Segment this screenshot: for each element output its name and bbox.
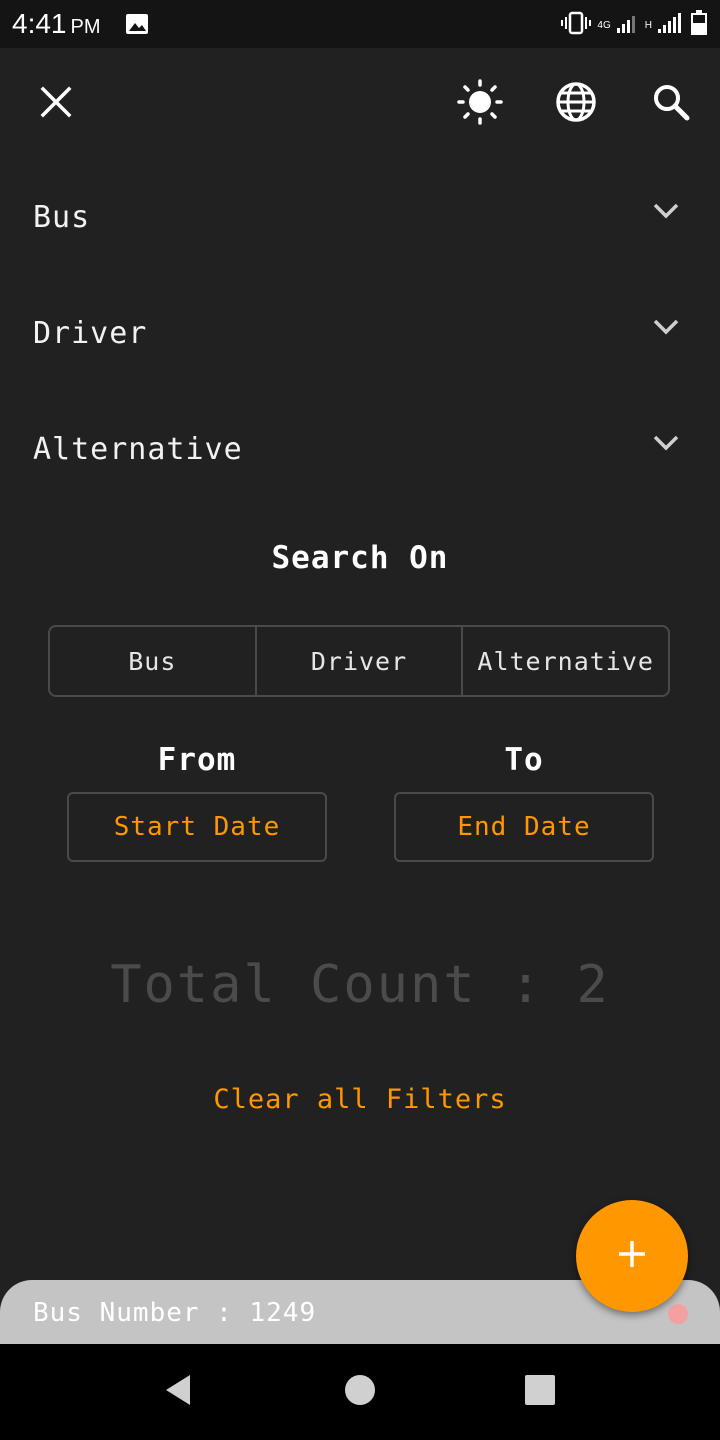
chevron-down-icon — [652, 434, 680, 456]
accordion-label: Driver — [33, 316, 148, 351]
language-button[interactable] — [552, 80, 600, 128]
status-dot — [668, 1304, 688, 1324]
recents-square-icon — [525, 1375, 555, 1409]
add-button[interactable] — [576, 1200, 688, 1312]
filter-accordion-bus[interactable]: Bus — [0, 178, 720, 258]
system-nav-bar — [0, 1344, 720, 1440]
battery-icon — [690, 10, 708, 40]
to-label: To — [504, 742, 544, 778]
vibrate-icon — [561, 11, 592, 39]
search-on-title: Search On — [271, 540, 449, 576]
status-time-value: 4:41 — [12, 8, 67, 39]
search-on-segmented-control: Bus Driver Alternative — [48, 625, 670, 697]
from-date-group: From Start Date — [67, 742, 327, 862]
accordion-label: Alternative — [33, 432, 243, 467]
close-button[interactable] — [32, 80, 80, 128]
search-button[interactable] — [647, 80, 695, 128]
status-time: 4:41 PM — [12, 8, 101, 40]
bus-number-label: Bus Number : 1249 — [33, 1298, 317, 1328]
segment-driver[interactable]: Driver — [254, 627, 462, 695]
status-ampm: PM — [70, 16, 101, 38]
chevron-down-icon — [652, 202, 680, 224]
sun-icon — [457, 79, 503, 129]
clear-filters-link[interactable]: Clear all Filters — [0, 1084, 720, 1115]
chevron-down-icon — [652, 318, 680, 340]
theme-toggle-button[interactable] — [456, 79, 504, 129]
from-label: From — [157, 742, 237, 778]
status-bar: 4:41 PM 4G H — [0, 0, 720, 48]
accordion-label: Bus — [33, 200, 91, 235]
total-count: Total Count : 2 — [110, 955, 610, 1015]
segment-bus[interactable]: Bus — [50, 627, 255, 695]
nav-recents-button[interactable] — [516, 1368, 564, 1416]
filter-accordion-alternative[interactable]: Alternative — [0, 410, 720, 490]
start-date-button[interactable]: Start Date — [67, 792, 327, 862]
to-date-group: To End Date — [394, 742, 654, 862]
nav-back-button[interactable] — [154, 1368, 202, 1416]
nav-home-button[interactable] — [336, 1368, 384, 1416]
back-triangle-icon — [162, 1373, 194, 1411]
globe-icon — [555, 81, 597, 127]
network-4g-label: 4G — [597, 19, 611, 31]
end-date-button[interactable]: End Date — [394, 792, 654, 862]
signal-icon-1 — [616, 13, 639, 37]
signal-icon-2 — [658, 13, 684, 37]
plus-icon — [616, 1238, 648, 1274]
segment-alternative[interactable]: Alternative — [461, 627, 668, 695]
filter-accordion-driver[interactable]: Driver — [0, 294, 720, 374]
status-indicators: 4G H — [561, 10, 708, 40]
search-icon — [652, 83, 690, 125]
close-icon — [40, 86, 72, 122]
network-h-label: H — [644, 19, 652, 31]
home-circle-icon — [344, 1374, 376, 1410]
image-notification-icon — [125, 13, 149, 39]
